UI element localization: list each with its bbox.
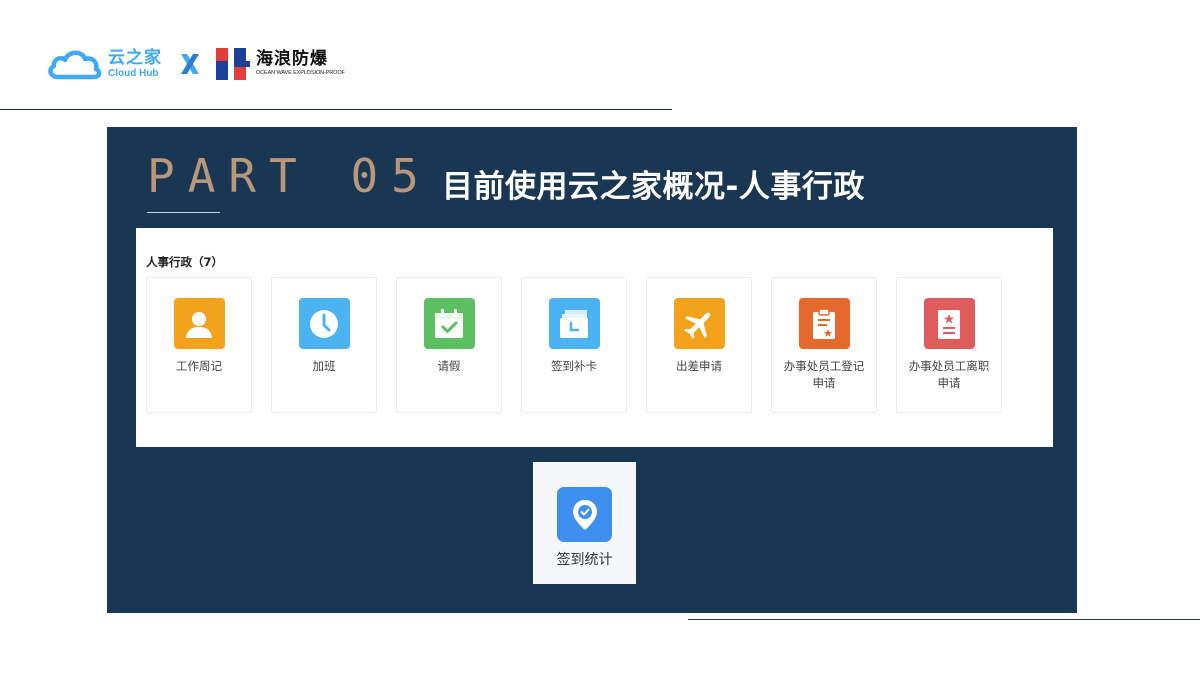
partner-name-en: OCEAN WAVE EXPLOSION-PROOF [256, 70, 345, 77]
app-tile-label: 加班 [312, 359, 336, 373]
cloudhub-logo: 云之家 Cloud Hub [46, 47, 162, 81]
app-tile-check-in-correction[interactable]: 签到补卡 [521, 277, 627, 413]
collaboration-x-icon [178, 52, 202, 76]
app-tile-work-journal[interactable]: 工作周记 [146, 277, 252, 413]
app-tile-label: 办事处员工离职申请 [908, 359, 990, 390]
part-underline [147, 212, 220, 213]
location-check-icon [557, 487, 612, 542]
check-in-statistics-label: 签到统计 [556, 552, 613, 568]
partner-emblem-icon [216, 48, 250, 80]
main-panel: PART 05 目前使用云之家概况-人事行政 人事行政（7） 工作周记 加班 请… [107, 127, 1077, 613]
logo-bar: 云之家 Cloud Hub 海浪防爆 OCEAN WAVE EXPLOSION-… [46, 44, 345, 84]
app-tile-leave[interactable]: 请假 [396, 277, 502, 413]
card-clock-icon [548, 298, 600, 349]
calendar-check-icon [423, 298, 475, 349]
person-icon [173, 298, 225, 349]
airplane-icon [673, 298, 725, 349]
apps-card: 人事行政（7） 工作周记 加班 请假 签到补卡 出差申请 办事处员工登记申请 办… [136, 228, 1053, 447]
app-tile-label: 出差申请 [676, 359, 722, 373]
cloud-icon [48, 50, 102, 80]
app-tile-business-trip[interactable]: 出差申请 [646, 277, 752, 413]
bottom-divider [688, 619, 1200, 620]
document-star-icon [923, 298, 975, 349]
cloudhub-name-cn: 云之家 [108, 47, 162, 68]
app-tile-office-staff-registration[interactable]: 办事处员工登记申请 [771, 277, 877, 413]
partner-name-cn: 海浪防爆 [256, 49, 328, 70]
app-tiles: 工作周记 加班 请假 签到补卡 出差申请 办事处员工登记申请 办事处员工离职申请 [146, 277, 1021, 413]
app-tile-office-staff-resignation[interactable]: 办事处员工离职申请 [896, 277, 1002, 413]
clipboard-star-icon [798, 298, 850, 349]
app-tile-label: 签到补卡 [551, 359, 597, 373]
top-divider [0, 109, 672, 110]
clock-icon [298, 298, 350, 349]
slide-title: 目前使用云之家概况-人事行政 [442, 169, 865, 205]
app-tile-label: 工作周记 [176, 359, 222, 373]
partner-logo: 海浪防爆 OCEAN WAVE EXPLOSION-PROOF [216, 48, 345, 80]
app-tile-label: 请假 [437, 359, 461, 373]
app-tile-label: 办事处员工登记申请 [783, 359, 865, 390]
part-label: PART 05 [147, 149, 432, 203]
cloudhub-name-en: Cloud Hub [108, 67, 159, 79]
check-in-statistics-tile[interactable]: 签到统计 [533, 462, 636, 584]
app-tile-overtime[interactable]: 加班 [271, 277, 377, 413]
section-title: 人事行政（7） [146, 255, 224, 269]
